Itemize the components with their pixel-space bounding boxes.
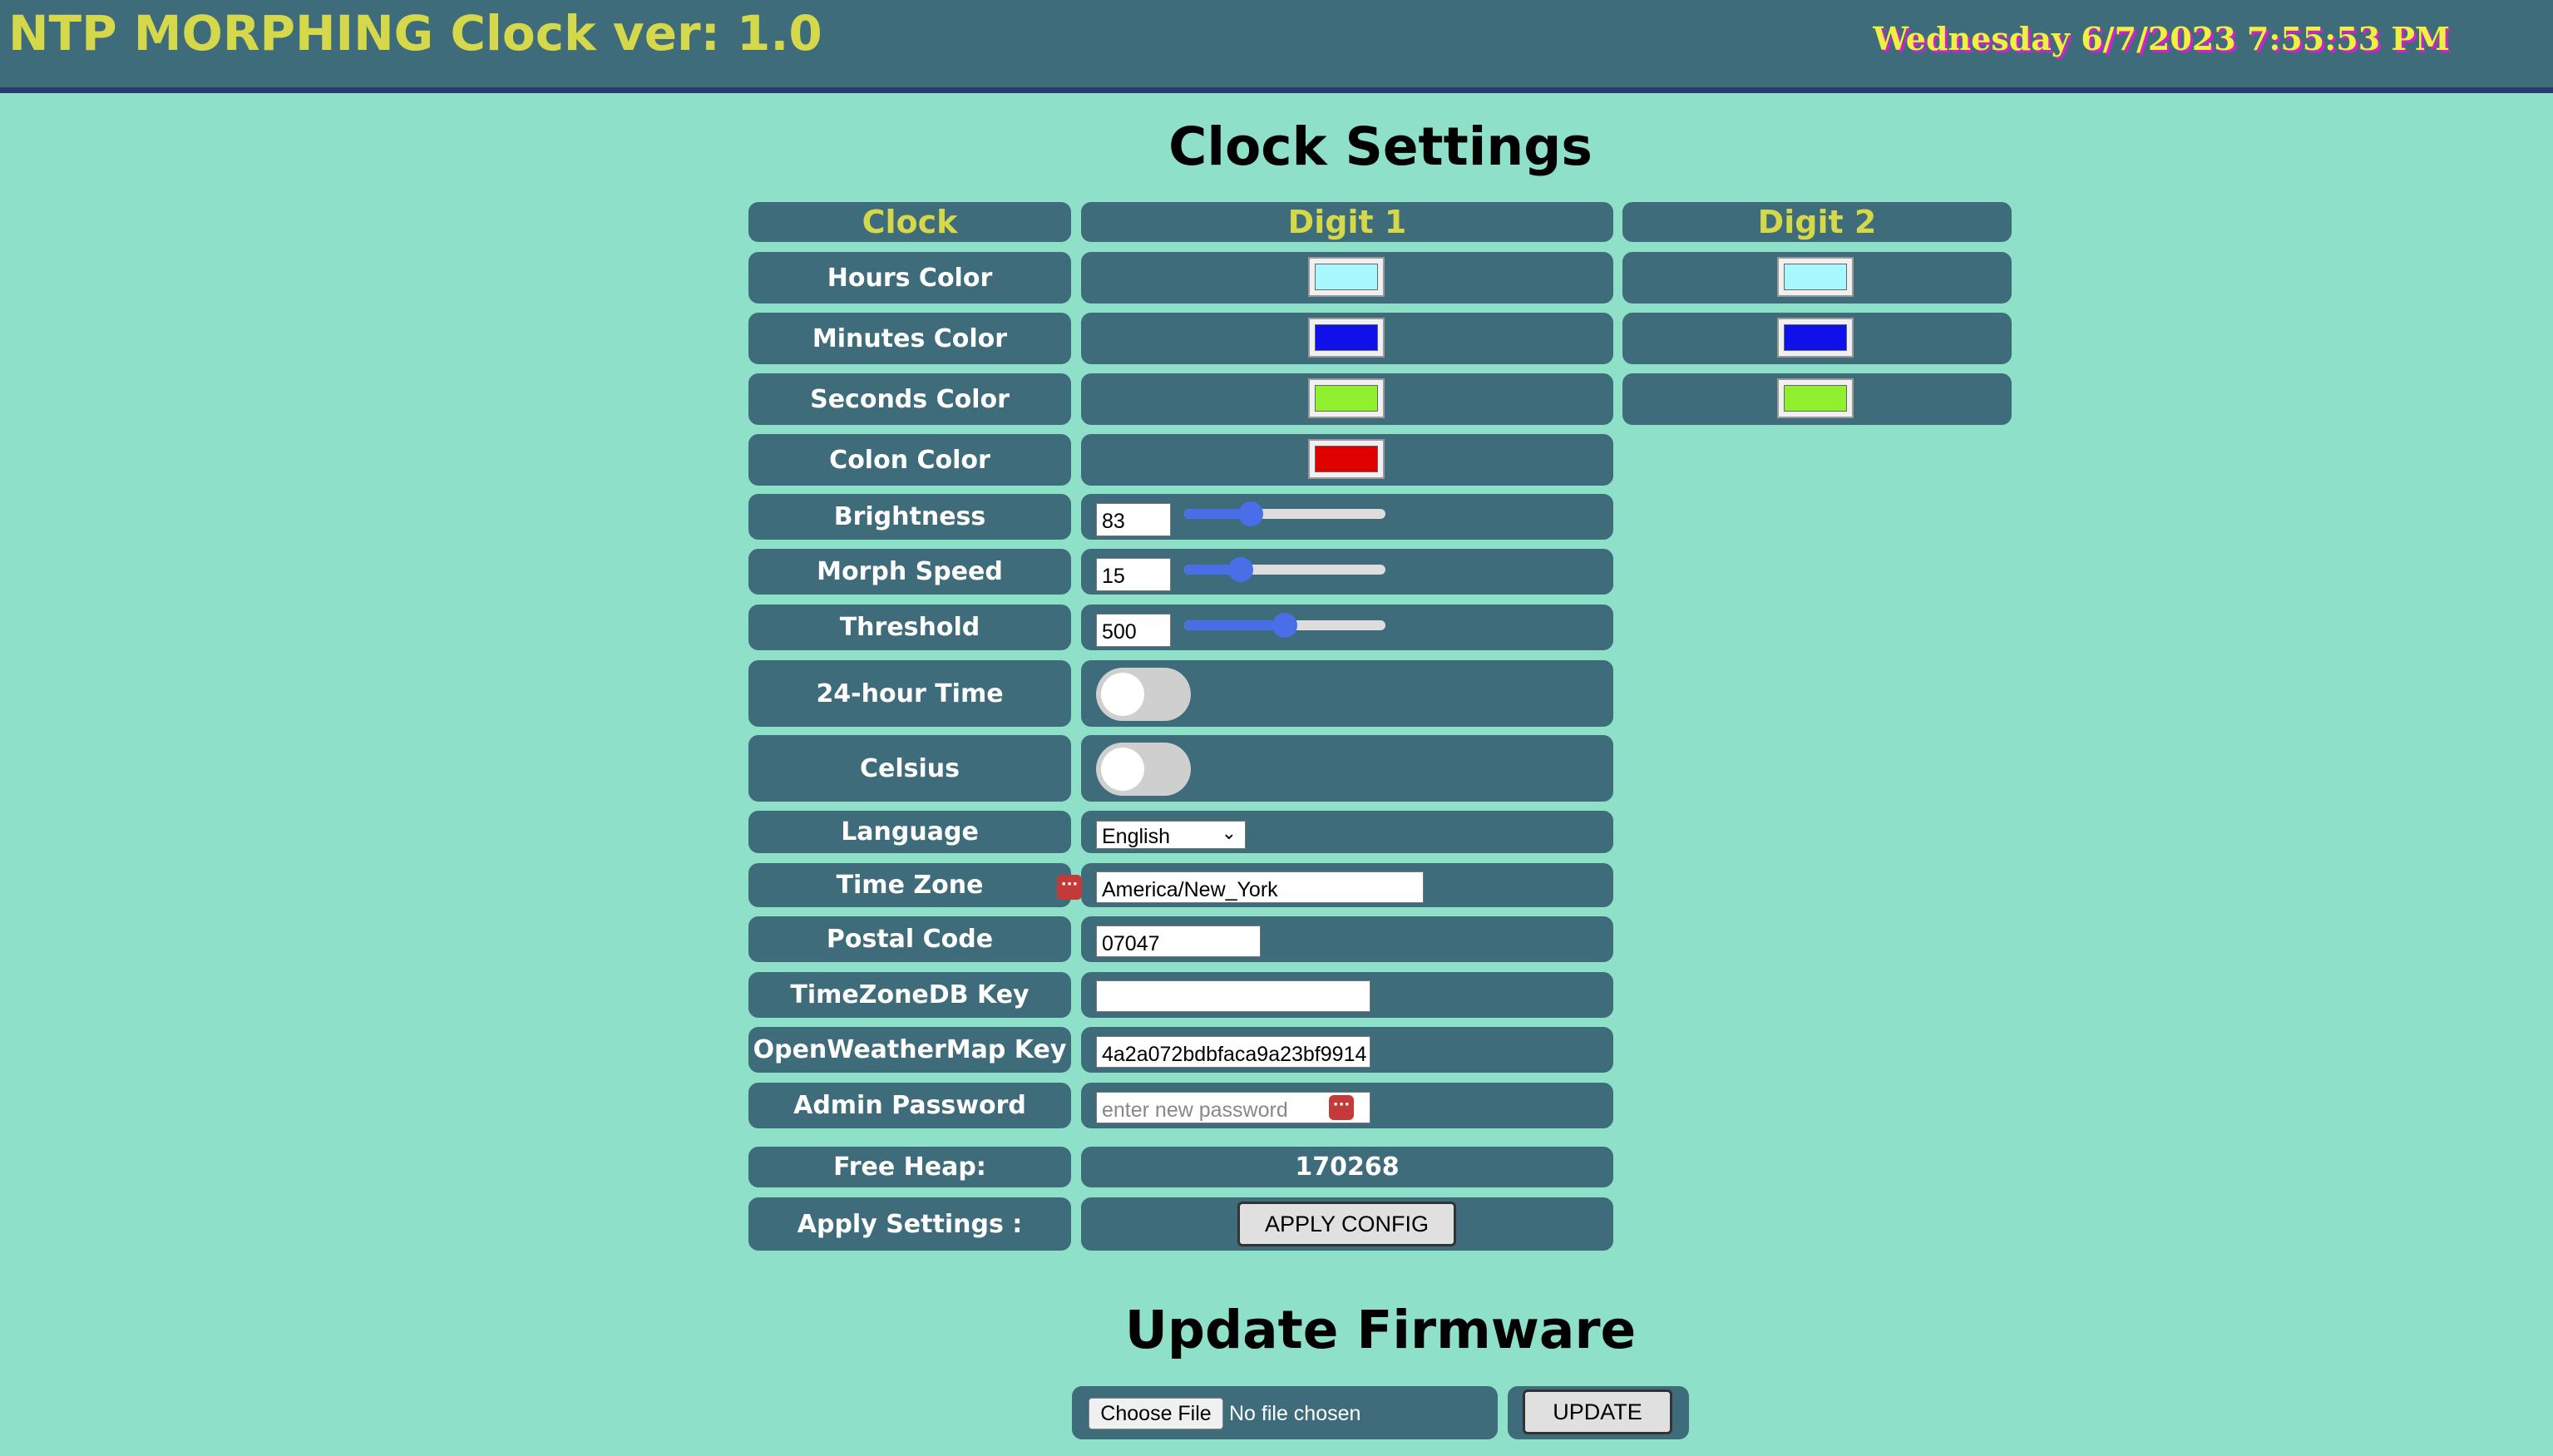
postal-code-label: Postal Code bbox=[748, 916, 1071, 962]
seconds-color-digit-2-picker[interactable] bbox=[1777, 378, 1854, 418]
more-options-icon[interactable]: ··· bbox=[1057, 875, 1082, 900]
brightness-input[interactable]: 83 bbox=[1096, 503, 1171, 536]
hours-color-digit-2-picker[interactable] bbox=[1777, 257, 1854, 297]
slider-thumb[interactable] bbox=[1227, 557, 1253, 582]
language-label: Language bbox=[748, 811, 1071, 853]
openweathermap-key-input[interactable]: 4a2a072bdbfaca9a23bf9914 bbox=[1096, 1036, 1370, 1068]
toggle-knob bbox=[1101, 673, 1144, 716]
toggle-knob bbox=[1101, 748, 1144, 791]
morph-speed-slider[interactable] bbox=[1184, 557, 1385, 582]
minutes-color-label: Minutes Color bbox=[748, 313, 1071, 364]
current-datetime: Wednesday 6/7/2023 7:55:53 PM bbox=[1873, 20, 2450, 57]
brightness-label: Brightness bbox=[748, 494, 1071, 540]
time-zone-input[interactable]: America/New_York bbox=[1096, 871, 1424, 903]
admin-password-label: Admin Password bbox=[748, 1083, 1071, 1128]
choose-file-button[interactable]: Choose File bbox=[1089, 1398, 1223, 1429]
minutes-color-digit-1-picker[interactable] bbox=[1308, 318, 1385, 358]
morph-speed-input[interactable]: 15 bbox=[1096, 558, 1171, 591]
free-heap-value: 170268 bbox=[1081, 1147, 1613, 1187]
apply-settings-label: Apply Settings : bbox=[748, 1197, 1071, 1251]
timezonedb-key-input[interactable] bbox=[1096, 980, 1370, 1012]
column-header-digit-1: Digit 1 bbox=[1081, 202, 1613, 242]
update-button[interactable]: UPDATE bbox=[1523, 1389, 1672, 1434]
slider-thumb[interactable] bbox=[1272, 613, 1297, 638]
more-options-icon[interactable]: ··· bbox=[1329, 1095, 1354, 1120]
threshold-label: Threshold bbox=[748, 605, 1071, 650]
language-select[interactable]: English ⌄ bbox=[1096, 821, 1246, 849]
hours-color-label: Hours Color bbox=[748, 252, 1071, 304]
hours-color-digit-1-picker[interactable] bbox=[1308, 257, 1385, 297]
column-header-digit-2: Digit 2 bbox=[1622, 202, 2012, 242]
minutes-color-digit-2-picker[interactable] bbox=[1777, 318, 1854, 358]
seconds-color-label: Seconds Color bbox=[748, 373, 1071, 425]
free-heap-label: Free Heap: bbox=[748, 1147, 1071, 1187]
celsius-label: Celsius bbox=[748, 735, 1071, 802]
brightness-slider[interactable] bbox=[1184, 501, 1385, 526]
slider-thumb[interactable] bbox=[1237, 501, 1263, 526]
header-bar: NTP MORPHING Clock ver: 1.0 Wednesday 6/… bbox=[0, 0, 2553, 93]
openweathermap-key-label: OpenWeatherMap Key bbox=[748, 1027, 1071, 1073]
celsius-toggle[interactable] bbox=[1096, 743, 1191, 796]
clock-settings-heading: Clock Settings bbox=[1168, 116, 1593, 177]
language-selected-value: English bbox=[1102, 825, 1170, 848]
timezonedb-key-label: TimeZoneDB Key bbox=[748, 972, 1071, 1018]
app-title: NTP MORPHING Clock ver: 1.0 bbox=[8, 5, 822, 62]
column-header-clock: Clock bbox=[748, 202, 1071, 242]
time-zone-label: Time Zone bbox=[748, 863, 1071, 907]
colon-color-picker[interactable] bbox=[1308, 439, 1385, 479]
chevron-down-icon: ⌄ bbox=[1221, 822, 1237, 843]
no-file-chosen-text: No file chosen bbox=[1229, 1402, 1361, 1425]
apply-config-button[interactable]: APPLY CONFIG bbox=[1237, 1202, 1456, 1246]
24-hour-time-label: 24-hour Time bbox=[748, 660, 1071, 727]
update-firmware-heading: Update Firmware bbox=[1124, 1300, 1637, 1360]
postal-code-input[interactable]: 07047 bbox=[1096, 925, 1261, 957]
colon-color-label: Colon Color bbox=[748, 434, 1071, 486]
seconds-color-digit-1-picker[interactable] bbox=[1308, 378, 1385, 418]
morph-speed-label: Morph Speed bbox=[748, 549, 1071, 595]
24-hour-time-toggle[interactable] bbox=[1096, 668, 1191, 721]
threshold-input[interactable]: 500 bbox=[1096, 614, 1171, 647]
threshold-slider[interactable] bbox=[1184, 613, 1385, 638]
